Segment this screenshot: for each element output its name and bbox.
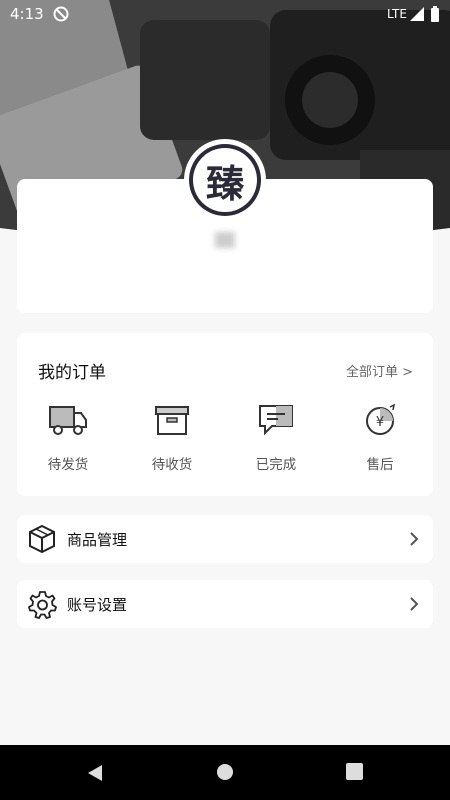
order-item-label: 待收货 <box>151 457 193 473</box>
menu-label: 账号设置 <box>67 596 128 614</box>
status-bar: 4:13 LTE <box>0 0 450 30</box>
signal-icon <box>410 7 424 21</box>
order-item-label: 已完成 <box>255 457 297 473</box>
orders-title: 我的订单 <box>38 363 106 383</box>
cube-icon <box>29 524 55 554</box>
avatar-glyph: 臻 <box>193 148 257 212</box>
orders-card: 我的订单 全部订单 > 待发货 待收货 已完成 ¥ 售后 <box>17 333 433 496</box>
order-item-label: 待发货 <box>47 457 89 473</box>
network-type: LTE <box>387 7 407 21</box>
menu-account-settings[interactable]: 账号设置 <box>17 580 433 628</box>
battery-icon <box>431 6 439 22</box>
order-completed[interactable]: 已完成 <box>236 403 316 473</box>
order-pending-receipt[interactable]: 待收货 <box>132 403 212 473</box>
recents-icon[interactable] <box>346 763 363 780</box>
chevron-right-icon <box>410 532 419 546</box>
yen-refund-icon: ¥ <box>366 403 396 435</box>
truck-icon <box>49 406 87 435</box>
avatar[interactable]: 臻 <box>184 139 266 221</box>
username-blurred <box>215 232 235 248</box>
gear-icon <box>28 591 57 619</box>
menu-product-management[interactable]: 商品管理 <box>17 515 433 563</box>
home-icon[interactable] <box>216 763 234 781</box>
order-after-sales[interactable]: ¥ 售后 <box>340 403 420 473</box>
order-item-label: 售后 <box>366 457 394 473</box>
chevron-right-icon <box>410 597 419 611</box>
do-not-disturb-icon <box>53 6 69 22</box>
svg-text:¥: ¥ <box>376 415 384 430</box>
message-check-icon <box>259 405 293 436</box>
box-icon <box>155 406 189 435</box>
back-icon[interactable] <box>86 763 104 783</box>
order-pending-shipment[interactable]: 待发货 <box>28 403 108 473</box>
all-orders-link[interactable]: 全部订单 > <box>346 361 413 380</box>
system-nav-bar <box>0 745 450 800</box>
status-time: 4:13 <box>10 5 44 23</box>
menu-label: 商品管理 <box>67 531 128 549</box>
